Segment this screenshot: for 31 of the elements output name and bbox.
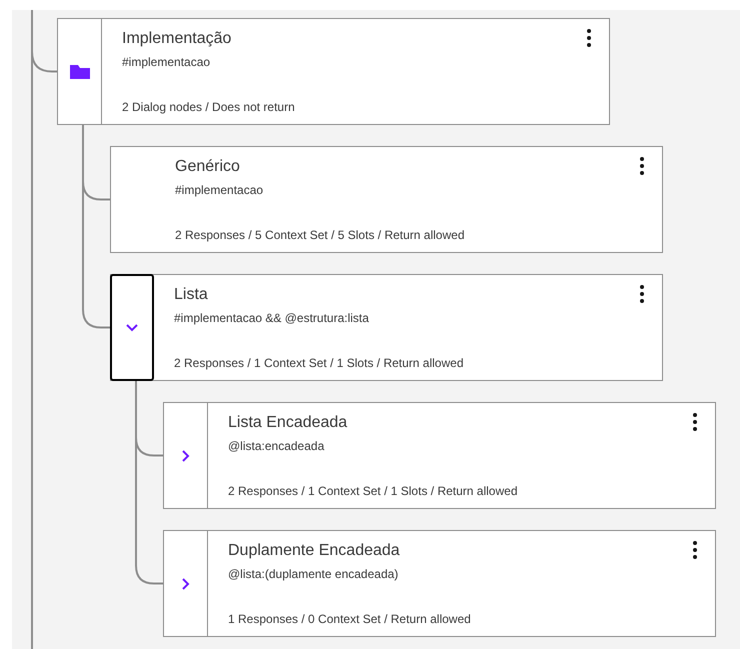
dialog-node-card[interactable]: Genérico #implementacao 2 Responses / 5 Context Set / 5 Slots / Return allowed [110,146,663,253]
folder-icon [70,64,90,78]
overflow-menu-icon[interactable] [693,413,697,431]
node-condition: @lista:encadeada [228,438,324,454]
chevron-down-icon[interactable] [126,324,138,332]
node-summary: 2 Dialog nodes / Does not return [122,99,295,115]
dialog-node-card[interactable]: Lista Encadeada @lista:encadeada 2 Responses / 1 Context Set / 1 Slots / Return allowed [163,402,716,509]
node-summary: 2 Responses / 1 Context Set / 1 Slots / Return allowed [228,483,518,499]
connector-line [31,51,57,72]
focus-outline[interactable] [110,274,154,381]
node-title: Duplamente Encadeada [228,541,400,561]
node-condition: @lista:(duplamente encadeada) [228,566,398,582]
node-condition: #implementacao [122,54,210,70]
node-summary: 2 Responses / 1 Context Set / 1 Slots / Return allowed [174,355,464,371]
overflow-menu-icon[interactable] [693,541,697,559]
chevron-right-icon[interactable] [182,450,190,462]
node-condition: #implementacao && @estrutura:lista [174,310,369,326]
overflow-menu-icon[interactable] [587,29,591,47]
node-title: Lista Encadeada [228,413,348,433]
overflow-menu-icon[interactable] [640,285,644,303]
dialog-node-card[interactable]: Implementação #implementacao 2 Dialog nodes / Does not return [57,18,610,125]
chevron-right-icon[interactable] [182,578,190,590]
dialog-node-card[interactable]: Lista #implementacao && @estrutura:lista 2 Responses / 1 Context Set / 1 Slots / Return allowed [110,274,663,381]
overflow-menu-icon[interactable] [640,157,644,175]
node-title: Genérico [175,157,240,177]
node-title: Implementação [122,29,232,49]
node-condition: #implementacao [175,182,264,198]
node-summary: 1 Responses / 0 Context Set / Return allowed [228,611,471,627]
node-summary: 2 Responses / 5 Context Set / 5 Slots / Return allowed [175,227,464,243]
dialog-node-card[interactable]: Duplamente Encadeada @lista:(duplamente encadeada) 1 Responses / 0 Context Set / Return allowed [163,530,716,637]
node-title: Lista [174,285,208,305]
